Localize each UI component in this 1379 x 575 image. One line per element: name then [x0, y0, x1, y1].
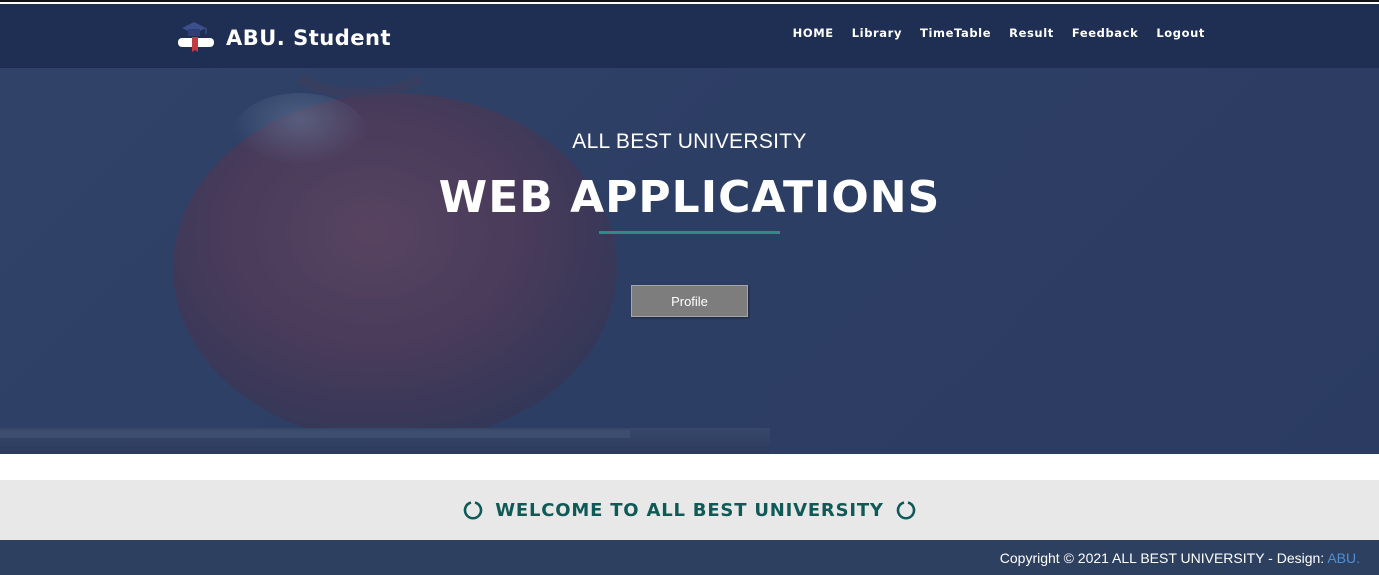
nav-logout-link[interactable]: Logout	[1156, 26, 1205, 40]
spinner-icon	[896, 501, 916, 520]
page: ABU. Student HOME Library TimeTable Resu…	[0, 0, 1379, 575]
brand[interactable]: ABU. Student	[176, 16, 391, 56]
hero-title: WEB APPLICATIONS	[438, 172, 941, 223]
hero-subtitle: ALL BEST UNIVERSITY	[572, 130, 807, 153]
nav-library-link[interactable]: Library	[852, 26, 902, 40]
welcome-heading: WELCOME TO ALL BEST UNIVERSITY	[495, 499, 884, 521]
hero-banner: ALL BEST UNIVERSITY WEB APPLICATIONS Pro…	[0, 68, 1379, 454]
hero-overlay	[0, 68, 1379, 454]
main-nav: HOME Library TimeTable Result Feedback L…	[793, 26, 1205, 40]
nav-feedback-link[interactable]: Feedback	[1072, 26, 1138, 40]
profile-button[interactable]: Profile	[631, 285, 748, 317]
brand-title: ABU. Student	[226, 26, 391, 50]
copyright-label: Copyright © 2021 ALL BEST UNIVERSITY - D…	[999, 550, 1328, 566]
hero-divider	[599, 231, 780, 234]
design-link[interactable]: ABU.	[1327, 550, 1360, 566]
nav-home-link[interactable]: HOME	[793, 26, 834, 40]
spinner-icon	[463, 501, 483, 520]
nav-timetable-link[interactable]: TimeTable	[920, 26, 991, 40]
welcome-strip: WELCOME TO ALL BEST UNIVERSITY	[0, 480, 1379, 540]
copyright-text: Copyright © 2021 ALL BEST UNIVERSITY - D…	[1000, 550, 1360, 566]
nav-result-link[interactable]: Result	[1009, 26, 1054, 40]
graduation-cap-icon	[178, 22, 214, 52]
top-navbar: ABU. Student HOME Library TimeTable Resu…	[0, 4, 1379, 68]
footer: Copyright © 2021 ALL BEST UNIVERSITY - D…	[0, 540, 1379, 575]
